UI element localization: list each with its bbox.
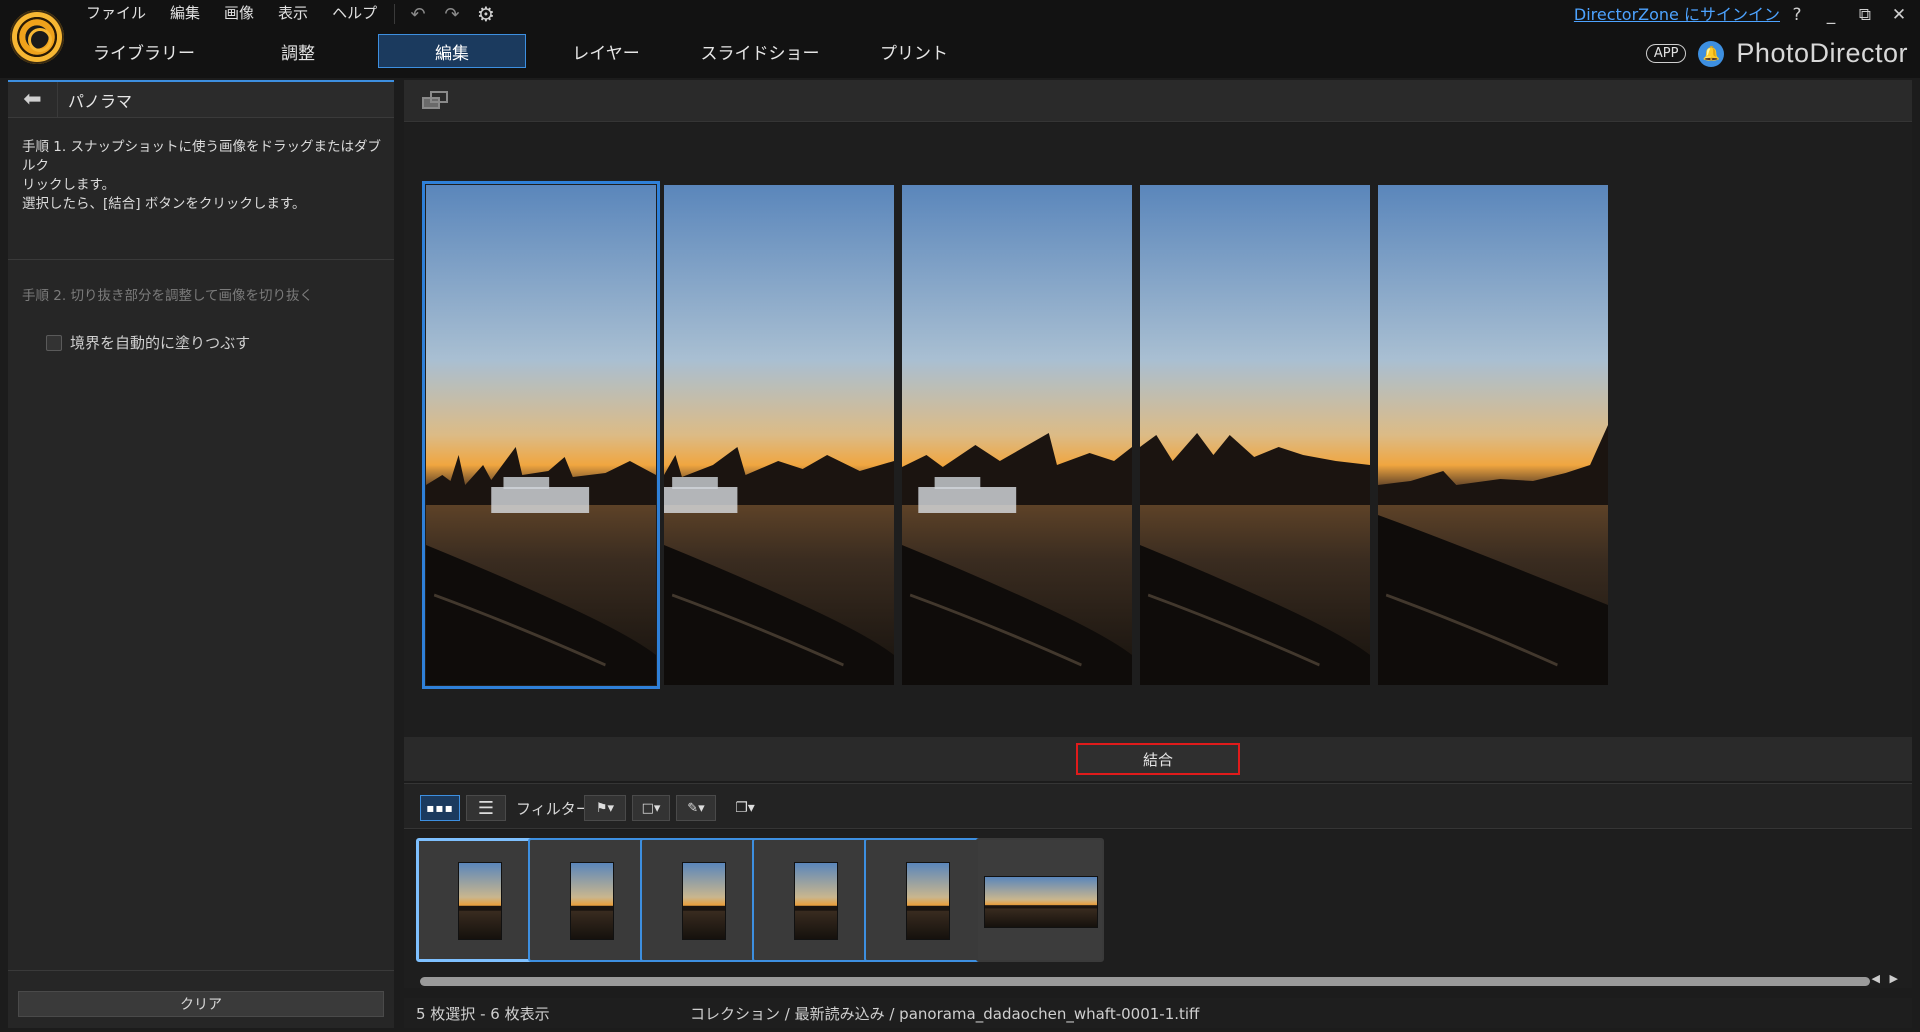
settings-gear-icon[interactable]: ⚙ xyxy=(473,2,499,26)
panorama-preview xyxy=(404,123,1912,737)
clear-button[interactable]: クリア xyxy=(18,991,384,1017)
minimize-icon[interactable]: _ xyxy=(1818,2,1844,28)
thumbnail-image xyxy=(794,862,838,940)
window-controls: ? _ ⧉ ✕ xyxy=(1784,2,1912,28)
stack-dropdown[interactable]: ❐▾ xyxy=(728,795,762,821)
menu-file[interactable]: ファイル xyxy=(74,0,158,26)
status-bar: 5 枚選択 - 6 枚表示 コレクション / 最新読み込み / panorama… xyxy=(404,998,1912,1028)
back-arrow-icon[interactable]: ⬅ xyxy=(8,81,58,118)
menu-image[interactable]: 画像 xyxy=(212,0,266,26)
close-icon[interactable]: ✕ xyxy=(1886,2,1912,28)
thumbnail-strip xyxy=(404,830,1912,972)
app-button[interactable]: APP xyxy=(1645,44,1687,63)
file-path: コレクション / 最新読み込み / panorama_dadaochen_wha… xyxy=(690,1004,1200,1023)
panorama-panel: ⬅ パノラマ 手順 1. スナップショットに使う画像をドラッグまたはダブルク リ… xyxy=(8,80,394,1028)
thumbnail-image xyxy=(682,862,726,940)
app-logo-icon xyxy=(10,10,64,64)
menu-view[interactable]: 表示 xyxy=(266,0,320,26)
thumbnail-view-icon[interactable]: ▪▪▪ xyxy=(420,795,460,821)
panorama-source-photo[interactable] xyxy=(902,185,1132,685)
panorama-source-photo[interactable] xyxy=(664,185,894,685)
panel-footer: クリア xyxy=(8,970,394,1028)
scroll-left-icon[interactable]: ◀ xyxy=(1872,972,1880,985)
tab-slideshow[interactable]: スライドショー xyxy=(686,34,834,68)
thumbnail-image xyxy=(984,876,1098,928)
color-label-filter-dropdown[interactable]: □▾ xyxy=(632,795,670,821)
tab-adjust[interactable]: 調整 xyxy=(224,34,372,68)
compare-view-icon[interactable] xyxy=(422,90,450,112)
scrollbar-thumb[interactable] xyxy=(420,977,1870,986)
menu-bar: ファイル 編集 画像 表示 ヘルプ xyxy=(74,0,389,26)
edit-filter-dropdown[interactable]: ✎▾ xyxy=(676,795,716,821)
mode-tabs: ライブラリー 調整 編集 レイヤー スライドショー プリント xyxy=(70,34,994,68)
menu-edit[interactable]: 編集 xyxy=(158,0,212,26)
list-view-icon[interactable]: ☰ xyxy=(466,795,506,821)
step1-line: 選択したら、[結合] ボタンをクリックします。 xyxy=(22,196,306,212)
menu-help[interactable]: ヘルプ xyxy=(320,0,389,26)
brand-name: PhotoDirector xyxy=(1736,38,1908,68)
divider xyxy=(394,4,395,24)
combine-button[interactable]: 結合 xyxy=(1076,743,1240,775)
undo-icon[interactable]: ↶ xyxy=(405,3,431,25)
autofill-checkbox[interactable] xyxy=(46,334,62,351)
step2-instructions: 手順 2. 切り抜き部分を調整して画像を切り抜く xyxy=(22,288,314,304)
tab-print[interactable]: プリント xyxy=(840,34,988,68)
title-bar: ファイル 編集 画像 表示 ヘルプ ↶ ↷ ⚙ ライブラリー 調整 編集 レイヤ… xyxy=(0,0,1920,78)
thumbnail[interactable] xyxy=(976,838,1104,962)
autofill-option[interactable]: 境界を自動的に塗りつぶす xyxy=(8,304,394,353)
panorama-source-photo[interactable] xyxy=(1140,185,1370,685)
directorzone-signin-link[interactable]: DirectorZone にサインイン xyxy=(1574,4,1780,26)
panorama-source-photo[interactable] xyxy=(1378,185,1608,685)
thumbnail[interactable] xyxy=(528,838,656,962)
panorama-source-photo[interactable] xyxy=(422,181,660,689)
restore-icon[interactable]: ⧉ xyxy=(1852,2,1878,28)
step1-line: リックします。 xyxy=(22,177,116,193)
thumbnail-image xyxy=(458,862,502,940)
flag-filter-dropdown[interactable]: ⚑▾ xyxy=(584,795,626,821)
selection-count: 5 枚選択 - 6 枚表示 xyxy=(416,1004,550,1023)
quick-actions: ↶ ↷ ⚙ xyxy=(392,2,499,26)
thumbnail[interactable] xyxy=(640,838,768,962)
thumbnail[interactable] xyxy=(752,838,880,962)
combine-bar: 結合 xyxy=(404,737,1912,781)
thumbnail-scrollbar[interactable]: ◀ ▶ xyxy=(404,972,1912,988)
step1-line: 手順 1. スナップショットに使う画像をドラッグまたはダブルク xyxy=(22,139,381,174)
tab-library[interactable]: ライブラリー xyxy=(70,34,218,68)
tab-edit[interactable]: 編集 xyxy=(378,34,526,68)
preview-toolbar xyxy=(404,80,1912,122)
thumbnail[interactable] xyxy=(864,838,992,962)
help-icon[interactable]: ? xyxy=(1784,2,1810,28)
step1-instructions: 手順 1. スナップショットに使う画像をドラッグまたはダブルク リックします。 … xyxy=(8,118,394,260)
panel-title: パノラマ xyxy=(68,91,133,111)
filter-bar: ▪▪▪ ☰ フィルター: ⚑▾ □▾ ✎▾ ❐▾ xyxy=(404,783,1912,829)
autofill-label: 境界を自動的に塗りつぶす xyxy=(70,334,251,352)
notification-bell-icon[interactable]: 🔔 xyxy=(1698,40,1725,67)
redo-icon[interactable]: ↷ xyxy=(439,3,465,25)
brand-area: APP 🔔 PhotoDirector xyxy=(1645,38,1908,69)
thumbnail[interactable] xyxy=(416,838,544,962)
thumbnail-image xyxy=(906,862,950,940)
panel-header: ⬅ パノラマ xyxy=(8,81,394,118)
scroll-right-icon[interactable]: ▶ xyxy=(1890,972,1898,985)
tab-layer[interactable]: レイヤー xyxy=(532,34,680,68)
thumbnail-image xyxy=(570,862,614,940)
